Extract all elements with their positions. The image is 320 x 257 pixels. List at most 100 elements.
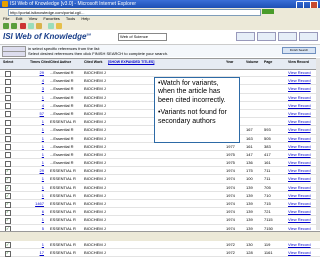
col-year[interactable]: Year <box>226 60 233 64</box>
col-page[interactable]: Page <box>264 60 272 64</box>
view-record-link[interactable]: View Record <box>288 143 311 150</box>
go-button[interactable] <box>262 9 274 14</box>
view-record-link[interactable]: View Record <box>288 126 311 133</box>
address-input[interactable]: http://portal.isiknowledge.com/portal.cg… <box>8 9 261 16</box>
ie-icon <box>2 1 8 7</box>
view-record-link[interactable]: View Record <box>288 175 311 182</box>
cited-author: ESSENTIAL R <box>50 209 76 215</box>
times-cited[interactable]: 1 <box>30 151 44 158</box>
select-checkbox[interactable] <box>5 136 11 142</box>
select-checkbox[interactable] <box>5 111 11 118</box>
header-link[interactable] <box>299 32 318 41</box>
table-row: 1 ...Essential R BIOCHEM J 1975 147 417 View R… <box>0 151 320 160</box>
view-record-link[interactable]: View Record <box>288 85 311 92</box>
search-icon[interactable] <box>48 23 54 29</box>
view-record-link[interactable]: View Record <box>288 167 311 174</box>
times-cited[interactable]: 1 <box>30 94 44 101</box>
times-cited[interactable]: 4 <box>30 77 44 84</box>
times-cited[interactable]: 1 <box>30 192 44 199</box>
header-link[interactable] <box>278 32 297 41</box>
times-cited[interactable]: 57 <box>30 110 44 117</box>
times-cited[interactable]: 6 <box>30 208 44 215</box>
refresh-icon[interactable] <box>28 23 34 29</box>
select-checkbox[interactable] <box>5 249 11 257</box>
scrollbar[interactable] <box>316 58 320 230</box>
year: 1977 <box>226 143 235 149</box>
times-cited[interactable]: 1467 <box>30 200 44 207</box>
select-checkbox[interactable] <box>5 200 11 208</box>
view-record-link[interactable]: View Record <box>288 94 311 101</box>
view-record-link[interactable]: View Record <box>288 192 311 199</box>
select-checkbox[interactable] <box>5 152 11 159</box>
cited-work: BIOCHEM J <box>84 102 106 108</box>
times-cited[interactable]: 1 <box>30 118 44 125</box>
times-cited[interactable]: 29 <box>30 69 44 76</box>
show-expanded-titles-link[interactable]: [SHOW EXPANDED TITLES] <box>108 60 154 64</box>
col-cited-author[interactable]: Cited Author <box>50 60 71 64</box>
select-checkbox[interactable] <box>5 208 11 216</box>
select-checkbox[interactable] <box>5 70 11 77</box>
col-volume[interactable]: Volume <box>246 60 258 64</box>
view-record-link[interactable]: View Record <box>288 216 311 223</box>
col-cited-work[interactable]: Cited Work <box>84 60 102 64</box>
cited-work: BIOCHEM J <box>84 70 106 75</box>
select-checkbox[interactable] <box>5 167 11 175</box>
times-cited[interactable]: 1 <box>30 175 44 182</box>
times-cited[interactable]: 1 <box>30 126 44 133</box>
menu-file[interactable]: File <box>3 16 9 21</box>
menu-help[interactable]: Help <box>81 16 89 21</box>
times-cited[interactable]: 4 <box>30 102 44 109</box>
select-checkbox[interactable] <box>5 78 11 85</box>
menu-favorites[interactable]: Favorites <box>43 16 59 21</box>
times-cited[interactable]: 1 <box>30 216 44 223</box>
menu-tools[interactable]: Tools <box>66 16 75 21</box>
view-record-link[interactable]: View Record <box>288 241 311 248</box>
select-checkbox[interactable] <box>5 192 11 200</box>
back-icon[interactable] <box>3 23 9 29</box>
times-cited[interactable]: 1 <box>30 241 44 248</box>
times-cited[interactable]: 1 <box>30 159 44 166</box>
table-row: 1 ...Essential R BIOCHEM J 1977 161 383 View R… <box>0 143 320 151</box>
select-checkbox[interactable] <box>5 119 11 126</box>
select-checkbox[interactable] <box>5 184 11 192</box>
select-checkbox[interactable] <box>5 175 11 183</box>
select-checkbox[interactable] <box>5 95 11 102</box>
times-cited[interactable]: 1 <box>30 135 44 142</box>
view-record-link[interactable]: View Record <box>288 102 311 109</box>
view-record-link[interactable]: View Record <box>288 69 311 76</box>
view-record-link[interactable]: View Record <box>288 77 311 84</box>
view-record-link[interactable]: View Record <box>288 118 311 125</box>
header-link[interactable] <box>257 32 276 41</box>
view-record-link[interactable]: View Record <box>288 249 311 256</box>
menu-edit[interactable]: Edit <box>16 16 23 21</box>
view-record-link[interactable]: View Record <box>288 151 311 158</box>
view-record-link[interactable]: View Record <box>288 110 311 117</box>
select-checkbox[interactable] <box>5 86 11 93</box>
view-record-link[interactable]: View Record <box>288 184 311 191</box>
select-checkbox[interactable] <box>5 103 11 110</box>
select-checkbox[interactable] <box>5 216 11 224</box>
select-checkbox[interactable] <box>5 160 11 167</box>
finish-search-button[interactable]: Finish Search <box>282 47 316 54</box>
select-checkbox[interactable] <box>5 127 11 134</box>
favorites-icon[interactable] <box>56 23 62 29</box>
menu-view[interactable]: View <box>29 16 38 21</box>
view-record-link[interactable]: View Record <box>288 159 311 166</box>
times-cited[interactable]: 29 <box>30 167 44 174</box>
stop-icon[interactable] <box>20 23 26 29</box>
view-record-link[interactable]: View Record <box>288 208 311 215</box>
select-checkbox[interactable] <box>5 144 11 151</box>
col-times-cited[interactable]: Times Cited <box>30 60 50 64</box>
select-all-button[interactable] <box>2 51 26 57</box>
times-cited[interactable]: 17 <box>30 249 44 256</box>
view-record-link[interactable]: View Record <box>288 135 311 142</box>
home-icon[interactable] <box>36 23 42 29</box>
times-cited[interactable]: 1 <box>30 143 44 150</box>
select-checkbox[interactable] <box>5 241 11 249</box>
times-cited[interactable]: 3 <box>30 85 44 92</box>
view-record-link[interactable]: View Record <box>288 200 311 207</box>
database-select[interactable]: Web of Science <box>118 33 167 41</box>
header-link[interactable] <box>236 32 255 41</box>
forward-icon[interactable] <box>11 23 17 29</box>
times-cited[interactable]: 1 <box>30 184 44 191</box>
